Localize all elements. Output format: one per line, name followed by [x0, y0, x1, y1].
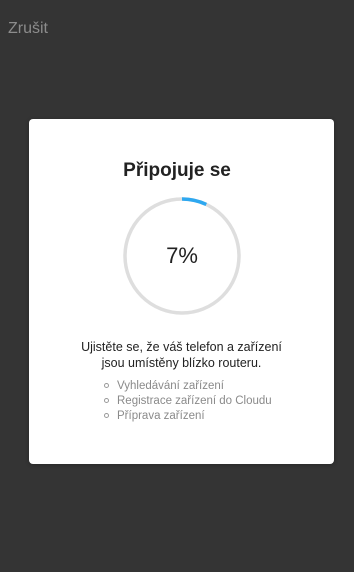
step-label: Příprava zařízení	[117, 409, 205, 422]
cancel-button[interactable]: Zrušit	[8, 20, 48, 38]
top-bar: Zrušit	[0, 0, 354, 62]
progress-percent: 7%	[166, 243, 198, 268]
step-item: Vyhledávání zařízení	[104, 378, 272, 393]
circle-bullet-icon	[104, 398, 109, 403]
step-item: Registrace zařízení do Cloudu	[104, 393, 272, 408]
message-line: Ujistěte se, že váš telefon a zařízení	[81, 340, 282, 354]
circle-bullet-icon	[104, 413, 109, 418]
step-item: Příprava zařízení	[104, 408, 272, 423]
connection-steps: Vyhledávání zařízení Registrace zařízení…	[104, 378, 272, 423]
dialog-title: Připojuje se	[123, 160, 231, 181]
placement-message: Ujistěte se, že váš telefon a zařízení j…	[34, 339, 329, 371]
message-line: jsou umístěny blízko routeru.	[101, 356, 262, 370]
progress-ring: 7%	[122, 196, 242, 316]
step-label: Vyhledávání zařízení	[117, 379, 224, 392]
circle-bullet-icon	[104, 383, 109, 388]
step-label: Registrace zařízení do Cloudu	[117, 394, 272, 407]
